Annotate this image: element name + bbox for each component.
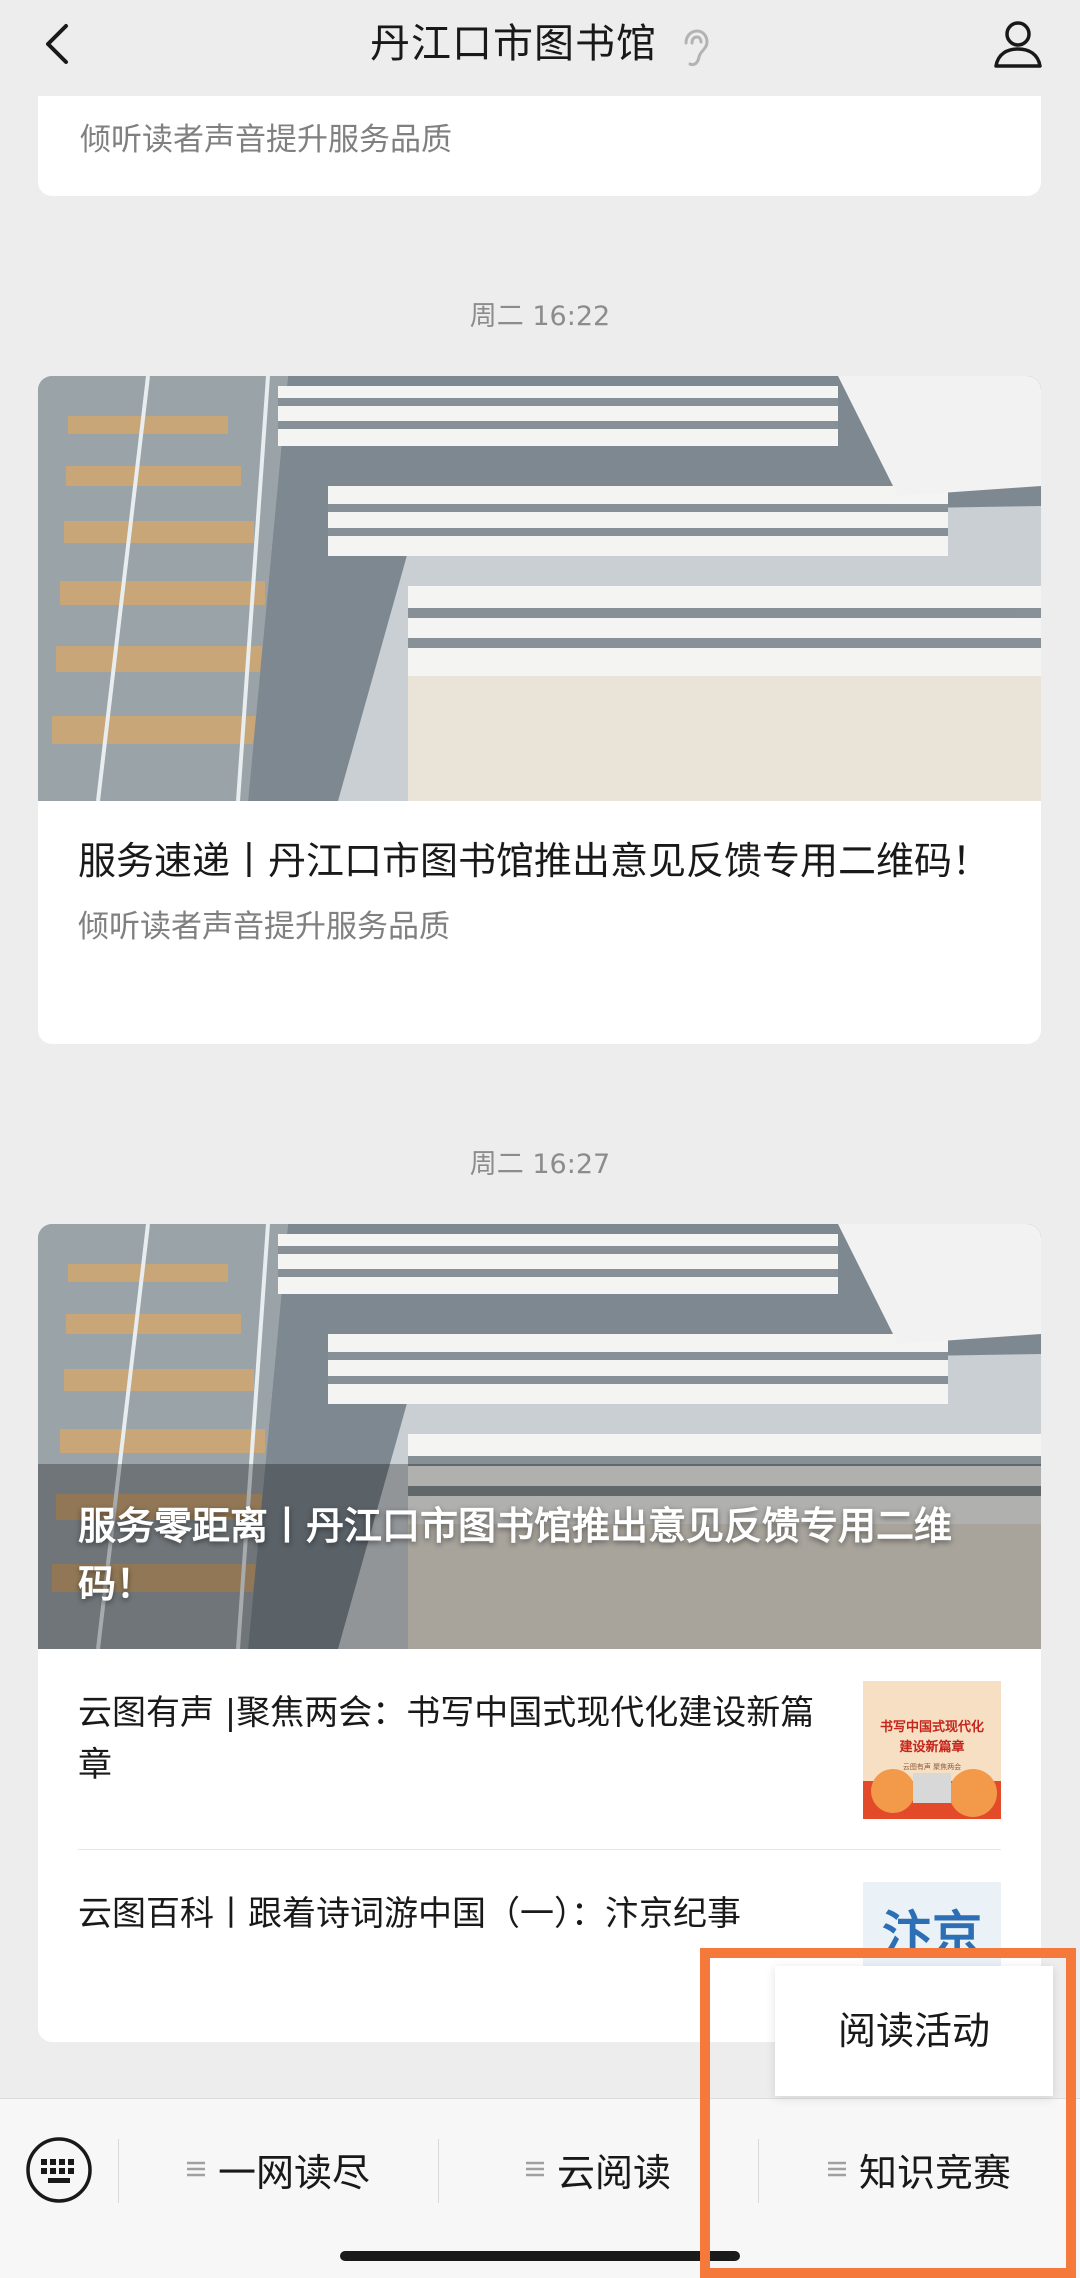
message-timestamp: 周二 16:22	[469, 301, 611, 332]
multi-article-card: 服务零距离丨丹江口市图书馆推出意见反馈专用二维码！ 云图有声 |聚焦两会：书写中…	[38, 1224, 1041, 2042]
list-item-title: 云图百科丨跟着诗词游中国（一）：汴京纪事	[78, 1894, 741, 1934]
thumb-headline: 书写中国式现代化	[880, 1719, 984, 1735]
profile-button[interactable]	[988, 14, 1048, 74]
title-container: 丹江口市图书馆	[0, 14, 1080, 74]
menu-lines-icon	[525, 2161, 544, 2177]
message-timestamp: 周二 16:27	[469, 1149, 611, 1180]
list-item-title: 云图有声 |聚焦两会：书写中国式现代化建设新篇章	[78, 1693, 815, 1785]
person-icon	[994, 21, 1042, 68]
submenu-item-reading-activities[interactable]: 阅读活动	[775, 1966, 1053, 2096]
navigation-bar: 丹江口市图书馆	[0, 0, 1080, 96]
list-item-thumbnail: 书写中国式现代化 建设新篇章 云图有声 聚焦两会	[863, 1681, 1001, 1819]
article-subtitle: 倾听读者声音提升服务品质	[78, 909, 450, 945]
thumb-headline: 汴京	[882, 1905, 982, 1964]
article-cover-image	[38, 376, 1041, 801]
bottom-menu-bar: 一网读尽 云阅读 知识竞赛	[0, 2098, 1080, 2278]
article-cover-image[interactable]: 服务零距离丨丹江口市图书馆推出意见反馈专用二维码！	[38, 1224, 1041, 1649]
menu-lines-icon	[186, 2161, 205, 2177]
submenu-popup: 阅读活动	[775, 1966, 1053, 2096]
page-title: 丹江口市图书馆	[369, 21, 657, 67]
thumb-headline-2: 建设新篇章	[899, 1739, 964, 1755]
menu-tab-read-all[interactable]: 一网读尽	[118, 2099, 438, 2239]
thumb-small: 云图有声 聚焦两会	[903, 1762, 961, 1771]
menu-tab-label: 一网读尽	[217, 2150, 370, 2195]
keyboard-toggle-button[interactable]	[24, 2135, 94, 2205]
menu-tab-label: 云阅读	[556, 2150, 671, 2195]
article-title: 服务速递丨丹江口市图书馆推出意见反馈专用二维码！	[78, 839, 991, 883]
cover-article-title: 服务零距离丨丹江口市图书馆推出意见反馈专用二维码！	[78, 1504, 953, 1606]
keyboard-icon	[26, 2137, 92, 2203]
home-indicator[interactable]	[340, 2251, 740, 2261]
menu-tab-cloud-reading[interactable]: 云阅读	[438, 2099, 758, 2239]
menu-tab-label: 知识竞赛	[858, 2150, 1011, 2195]
menu-tab-knowledge-contest[interactable]: 知识竞赛	[758, 2099, 1080, 2239]
menu-lines-icon	[827, 2161, 846, 2177]
ear-icon	[680, 28, 710, 69]
list-item[interactable]: 云图有声 |聚焦两会：书写中国式现代化建设新篇章 书写中国式现代化 建设新篇章 …	[78, 1649, 1001, 1849]
article-subtitle: 倾听读者声音提升服务品质	[80, 122, 452, 158]
article-card[interactable]: 服务速递丨丹江口市图书馆推出意见反馈专用二维码！ 倾听读者声音提升服务品质	[38, 376, 1041, 1044]
